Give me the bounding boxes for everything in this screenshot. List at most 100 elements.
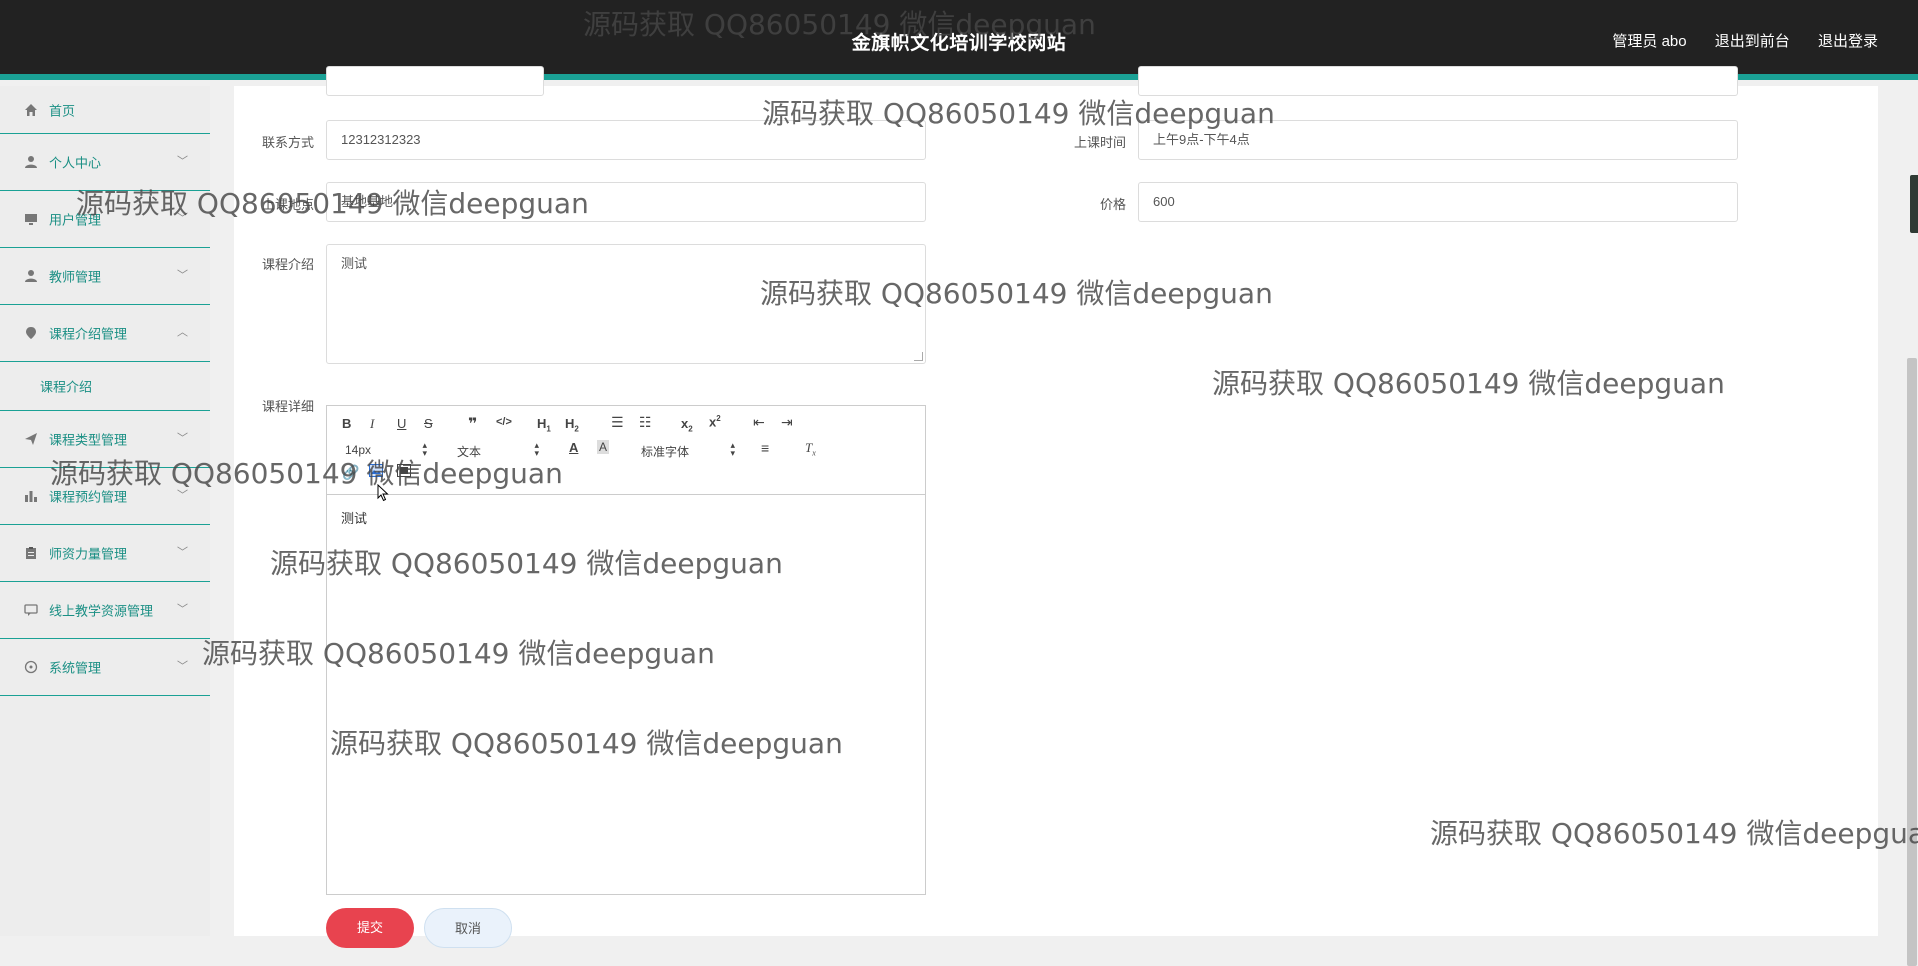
sidebar-item-label: 课程介绍管理 [49,326,128,342]
sidebar-item-label: 教师管理 [49,269,102,285]
sidebar-item-course-type-management[interactable]: 课程类型管理 ﹀ [0,411,210,468]
pin-icon [24,326,38,340]
price-input[interactable]: 600 [1138,182,1738,222]
editor-content[interactable]: 测试 [341,508,367,527]
compass-icon [24,660,38,674]
code-icon[interactable]: </> [496,416,512,428]
bold-icon[interactable]: B [342,416,351,431]
indent-icon[interactable]: ⇥ [781,414,793,431]
italic-icon[interactable]: I [370,416,374,432]
location-input[interactable]: 基地基地 [326,182,926,222]
sidebar-item-personal-center[interactable]: 个人中心 ﹀ [0,134,210,191]
sidebar-item-label: 课程类型管理 [49,432,128,448]
font-family-select[interactable]: 标准字体 ▴ ▾ [641,440,735,460]
chat-icon [24,603,38,617]
clear-format-icon[interactable]: Tx [805,440,816,458]
font-family-value: 标准字体 [641,445,690,459]
contact-label: 联系方式 [261,135,314,150]
class-time-input[interactable]: 上午9点-下午4点 [1138,120,1738,160]
heading2-icon[interactable]: H2 [565,416,579,434]
align-icon[interactable]: ≡ [761,440,769,456]
back-to-frontend-link[interactable]: 退出到前台 [1715,33,1790,50]
sidebar-item-label: 个人中心 [49,155,102,171]
chevron-up-icon: ︿ [177,326,188,339]
chevron-down-icon: ﹀ [177,489,188,502]
sidebar-item-course-booking-management[interactable]: 课程预约管理 ﹀ [0,468,210,525]
sidebar-item-home[interactable]: 首页 [0,86,210,134]
sidebar-item-course-intro-management[interactable]: 课程介绍管理 ︿ [0,305,210,362]
font-size-value: 14px [345,443,372,457]
floating-widget-tab[interactable] [1910,175,1918,233]
clipboard-icon [24,546,38,560]
chevron-down-icon: ﹀ [177,155,188,168]
sidebar-item-user-management[interactable]: 用户管理 ﹀ [0,191,210,248]
previous-field-input-right[interactable] [1138,66,1738,96]
logout-link[interactable]: 退出登录 [1818,33,1878,50]
header-links: 管理员 abo 退出到前台 退出登录 [1588,30,1878,51]
chevron-down-icon: ﹀ [177,269,188,282]
chevron-down-icon: ﹀ [177,546,188,559]
sidebar-item-label: 课程介绍 [40,379,93,395]
background-color-icon[interactable]: A [597,440,610,454]
subscript-icon[interactable]: x2 [681,416,693,434]
class-time-label: 上课时间 [1073,135,1126,150]
sidebar-item-label: 师资力量管理 [49,546,128,562]
course-intro-textarea[interactable]: 测试 [326,244,926,364]
scrollbar-thumb[interactable] [1907,358,1917,966]
cancel-button[interactable]: 取消 [424,908,512,948]
select-arrows-icon: ▴ ▾ [422,440,427,458]
superscript-icon[interactable]: x2 [709,414,721,429]
chevron-down-icon: ﹀ [177,603,188,616]
sidebar: 首页 个人中心 ﹀ 用户管理 ﹀ 教师管理 ﹀ 课程介绍管理 ︿ 课程介绍 课程… [0,86,210,936]
font-color-icon[interactable]: A [569,440,578,455]
submit-button[interactable]: 提交 [326,908,414,948]
header-select[interactable]: 文本 ▴ ▾ [457,440,539,460]
underline-icon[interactable]: U [397,416,406,431]
sidebar-item-system-management[interactable]: 系统管理 ﹀ [0,639,210,696]
sidebar-item-teacher-management[interactable]: 教师管理 ﹀ [0,248,210,305]
bar-chart-icon [24,489,38,503]
sidebar-subitem-course-intro[interactable]: 课程介绍 [0,362,210,411]
admin-user-link[interactable]: 管理员 abo [1612,33,1686,50]
font-size-select[interactable]: 14px ▴ ▾ [345,440,427,458]
course-detail-label: 课程详细 [261,399,314,414]
sidebar-item-label: 用户管理 [49,212,102,228]
sidebar-item-faculty-management[interactable]: 师资力量管理 ﹀ [0,525,210,582]
user-icon [24,269,38,283]
course-intro-label: 课程介绍 [261,257,314,272]
resize-grip-icon[interactable] [914,352,923,361]
user-icon [24,155,38,169]
chevron-down-icon: ﹀ [177,212,188,225]
ordered-list-icon[interactable]: ☰ [611,414,624,431]
header-select-value: 文本 [457,445,482,459]
strikethrough-icon[interactable]: S [424,416,433,431]
bullet-list-icon[interactable]: ☷ [639,414,652,431]
course-intro-text: 测试 [341,256,368,271]
rich-text-editor: B I U S ❞ </> H1 H2 ☰ ☷ x2 x2 ⇤ ⇥ 14px ▴… [326,405,926,895]
blockquote-icon[interactable]: ❞ [468,414,477,434]
price-label: 价格 [1099,197,1126,212]
monitor-icon [24,212,38,226]
image-icon[interactable] [369,464,383,480]
sidebar-item-label: 线上教学资源管理 [49,603,154,619]
mouse-cursor-icon [377,483,389,505]
sidebar-item-label: 系统管理 [49,660,102,676]
chevron-down-icon: ﹀ [177,432,188,445]
heading1-icon[interactable]: H1 [537,416,551,434]
sidebar-item-online-resources-management[interactable]: 线上教学资源管理 ﹀ [0,582,210,639]
home-icon [24,103,38,117]
editor-toolbar: B I U S ❞ </> H1 H2 ☰ ☷ x2 x2 ⇤ ⇥ 14px ▴… [327,406,925,502]
sidebar-item-label: 课程预约管理 [49,489,128,505]
sidebar-item-label: 首页 [49,103,76,118]
previous-field-input[interactable] [326,66,544,96]
location-label: 上课地点 [261,197,314,212]
video-icon[interactable] [397,464,411,480]
send-icon [24,432,38,446]
main-content: 联系方式 12312312323 上课时间 上午9点-下午4点 上课地点 基地基… [234,66,1878,948]
select-arrows-icon: ▴ ▾ [730,440,735,458]
link-icon[interactable]: 🔗 [342,464,359,481]
contact-input[interactable]: 12312312323 [326,120,926,160]
outdent-icon[interactable]: ⇤ [753,414,765,431]
select-arrows-icon: ▴ ▾ [534,440,539,458]
chevron-down-icon: ﹀ [177,660,188,673]
